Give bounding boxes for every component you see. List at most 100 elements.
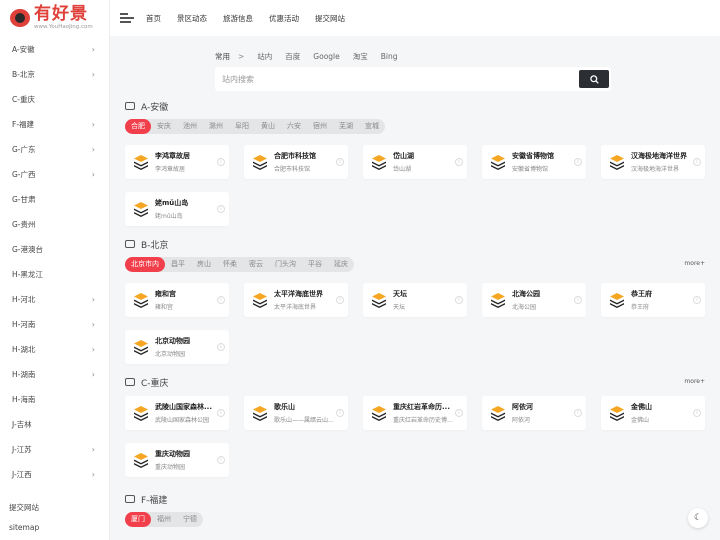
- sidebar-item[interactable]: C-重庆: [0, 87, 109, 112]
- info-icon[interactable]: i: [455, 409, 463, 417]
- site-card[interactable]: 太平洋海底世界 太平洋海底世界 i: [244, 283, 348, 317]
- nav-link[interactable]: 提交网站: [315, 13, 345, 24]
- info-icon[interactable]: i: [455, 158, 463, 166]
- info-icon[interactable]: i: [693, 409, 701, 417]
- info-icon[interactable]: i: [217, 343, 225, 351]
- site-card[interactable]: 岱山湖 岱山湖 i: [363, 145, 467, 179]
- city-tab[interactable]: 池州: [177, 119, 203, 134]
- sidebar-item[interactable]: H-海南: [0, 387, 109, 412]
- info-icon[interactable]: i: [574, 296, 582, 304]
- sidebar-item[interactable]: J-江西 ›: [0, 462, 109, 487]
- search-engine-tab[interactable]: 站内: [257, 51, 272, 62]
- sidebar-item[interactable]: H-河北 ›: [0, 287, 109, 312]
- sidebar-item[interactable]: G-贵州: [0, 212, 109, 237]
- search-engine-tab[interactable]: Google: [313, 52, 339, 61]
- sidebar-sitemap-label: sitemap: [9, 522, 40, 532]
- city-tab[interactable]: 厦门: [125, 512, 151, 527]
- info-icon[interactable]: i: [217, 296, 225, 304]
- info-icon[interactable]: i: [574, 409, 582, 417]
- sidebar-item[interactable]: H-河南 ›: [0, 312, 109, 337]
- city-tab[interactable]: 安庆: [151, 119, 177, 134]
- site-card[interactable]: 歌乐山 歌乐山——属缙云山... i: [244, 396, 348, 430]
- city-tab[interactable]: 芜湖: [333, 119, 359, 134]
- site-card[interactable]: 重庆红岩革命历... 重庆红岩革命历史博... i: [363, 396, 467, 430]
- info-icon[interactable]: i: [336, 158, 344, 166]
- search-group-label[interactable]: 常用: [215, 51, 230, 62]
- site-card[interactable]: 阿依河 阿依河 i: [482, 396, 586, 430]
- city-tab[interactable]: 宁德: [177, 512, 203, 527]
- sidebar-sitemap-link[interactable]: sitemap: [0, 517, 109, 537]
- info-icon[interactable]: i: [336, 296, 344, 304]
- search-engine-tab[interactable]: 百度: [285, 51, 300, 62]
- site-logo-icon: [252, 154, 268, 170]
- site-card-desc: 岱山湖: [393, 166, 412, 173]
- city-tab[interactable]: 怀柔: [217, 257, 243, 272]
- search-engine-tab[interactable]: 淘宝: [353, 51, 368, 62]
- site-card[interactable]: 武陵山国家森林... 武陵山国家森林公园 i: [125, 396, 229, 430]
- site-card[interactable]: 金佛山 金佛山 i: [601, 396, 705, 430]
- info-icon[interactable]: i: [217, 409, 225, 417]
- city-tab[interactable]: 宣城: [359, 119, 385, 134]
- nav-link[interactable]: 景区动态: [177, 13, 207, 24]
- info-icon[interactable]: i: [693, 296, 701, 304]
- city-tab[interactable]: 福州: [151, 512, 177, 527]
- info-icon[interactable]: i: [574, 158, 582, 166]
- site-card[interactable]: 李鸿章故居 李鸿章故居 i: [125, 145, 229, 179]
- site-card[interactable]: 姥mǔ山岛 姥mǔ山岛 i: [125, 192, 229, 226]
- site-card[interactable]: 天坛 天坛 i: [363, 283, 467, 317]
- site-card[interactable]: 雍和宫 雍和宫 i: [125, 283, 229, 317]
- site-card[interactable]: 汉海极地海洋世界 汉海极地海洋世界 i: [601, 145, 705, 179]
- city-tab[interactable]: 合肥: [125, 119, 151, 134]
- search-input[interactable]: [215, 74, 515, 84]
- info-icon[interactable]: i: [217, 205, 225, 213]
- more-link[interactable]: more+: [684, 378, 705, 385]
- nav-link[interactable]: 首页: [146, 13, 161, 24]
- city-tab[interactable]: 黄山: [255, 119, 281, 134]
- site-card[interactable]: 北京动物园 北京动物园 i: [125, 330, 229, 364]
- city-tab[interactable]: 阜阳: [229, 119, 255, 134]
- search-button[interactable]: [579, 70, 609, 88]
- nav-link[interactable]: 旅游信息: [223, 13, 253, 24]
- city-tab[interactable]: 门头沟: [269, 257, 302, 272]
- sidebar-item[interactable]: G-广东 ›: [0, 137, 109, 162]
- top-nav: 首页 景区动态 旅游信息 优惠活动 提交网站: [146, 13, 361, 24]
- theme-toggle-button[interactable]: ☾: [688, 508, 708, 528]
- info-icon[interactable]: i: [455, 296, 463, 304]
- logo[interactable]: 有好景 www.YouHaoJing.com: [0, 0, 109, 36]
- sidebar-item[interactable]: J-江苏 ›: [0, 437, 109, 462]
- sidebar-item[interactable]: G-港澳台: [0, 237, 109, 262]
- site-card[interactable]: 恭王府 恭王府 i: [601, 283, 705, 317]
- sidebar-item[interactable]: J-吉林: [0, 412, 109, 437]
- sidebar-item[interactable]: H-湖北 ›: [0, 337, 109, 362]
- info-icon[interactable]: i: [336, 409, 344, 417]
- city-tab[interactable]: 延庆: [328, 257, 354, 272]
- city-tab[interactable]: 平谷: [302, 257, 328, 272]
- info-icon[interactable]: i: [217, 158, 225, 166]
- site-card[interactable]: 安徽省博物馆 安徽省博物馆 i: [482, 145, 586, 179]
- sidebar-item[interactable]: G-甘肃: [0, 187, 109, 212]
- sidebar-item[interactable]: H-湖南 ›: [0, 362, 109, 387]
- more-link[interactable]: more+: [684, 260, 705, 267]
- city-tab[interactable]: 昌平: [165, 257, 191, 272]
- info-icon[interactable]: i: [693, 158, 701, 166]
- nav-link[interactable]: 优惠活动: [269, 13, 299, 24]
- site-card-title: 汉海极地海洋世界: [631, 152, 687, 160]
- site-card[interactable]: 北海公园 北海公园 i: [482, 283, 586, 317]
- site-card[interactable]: 合肥市科技馆 合肥市科技馆 i: [244, 145, 348, 179]
- search-engine-tab[interactable]: Bing: [381, 52, 398, 61]
- sidebar-item[interactable]: F-福建 ›: [0, 112, 109, 137]
- menu-toggle-icon[interactable]: [120, 13, 134, 23]
- sidebar-item[interactable]: G-广西 ›: [0, 162, 109, 187]
- city-tab[interactable]: 北京市内: [125, 257, 165, 272]
- info-icon[interactable]: i: [217, 456, 225, 464]
- city-tab[interactable]: 六安: [281, 119, 307, 134]
- city-tab[interactable]: 房山: [191, 257, 217, 272]
- sidebar-item[interactable]: A-安徽 ›: [0, 37, 109, 62]
- sidebar-item[interactable]: B-北京 ›: [0, 62, 109, 87]
- city-tab[interactable]: 滁州: [203, 119, 229, 134]
- sidebar-item[interactable]: H-黑龙江: [0, 262, 109, 287]
- site-card[interactable]: 重庆动物园 重庆动物园 i: [125, 443, 229, 477]
- city-tab[interactable]: 密云: [243, 257, 269, 272]
- sidebar-submit-link[interactable]: 提交网站: [0, 497, 109, 517]
- city-tab[interactable]: 宿州: [307, 119, 333, 134]
